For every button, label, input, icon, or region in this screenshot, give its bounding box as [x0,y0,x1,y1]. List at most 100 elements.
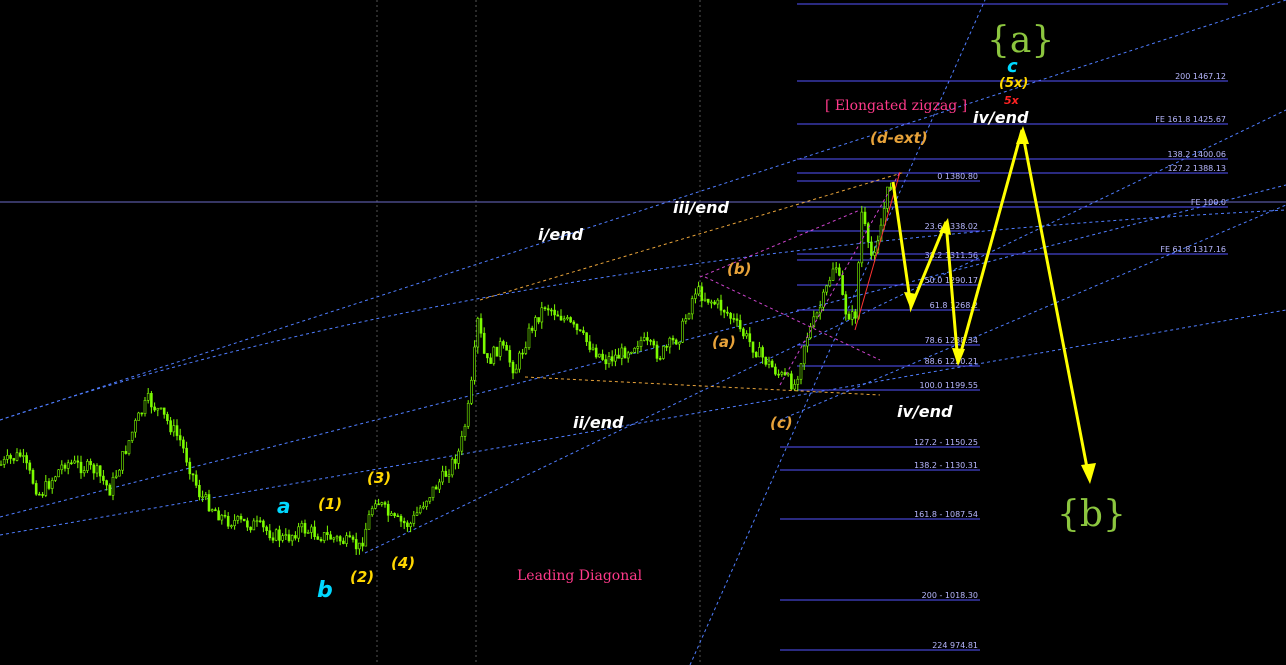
fivex-red-label: 5x [1004,94,1020,107]
fib-level-label: 224 974.81 [932,641,978,650]
candle-body [511,361,515,374]
candle-body [518,352,521,370]
candle-body [322,532,326,541]
fib-level-label: 200 - 1018.30 [922,591,978,600]
candle-body [326,532,329,536]
candle-body [332,537,336,540]
candle-body [665,346,668,348]
candle-body [9,455,12,459]
candle-body [777,373,780,376]
candle-body [265,526,268,531]
candle-body [70,462,73,465]
candle-body [857,262,860,319]
candle-body [300,523,304,528]
candle-body [63,464,67,469]
candle-body [137,412,140,421]
candle-body [73,460,76,464]
candle-body [671,337,675,341]
ii-end-label: ii/end [573,413,624,432]
candle-body [633,347,636,353]
candle-body [678,341,681,345]
candle-body [89,461,92,466]
candle-body [188,461,192,475]
candle-body [159,407,163,410]
candle-body [287,534,291,542]
fib-level-label: 127.2 1388.13 [1167,164,1226,173]
candle-body [841,275,844,295]
candle-body [98,465,102,477]
candle-body [319,539,323,541]
candle-body [767,360,771,365]
candle-body [530,327,534,331]
candle-body [729,312,732,319]
candle-body [524,347,528,354]
candle-body [246,520,249,528]
candle-body [239,516,243,520]
candle-body [422,506,425,509]
candle-body [345,535,348,544]
candle-body [758,347,761,358]
candle-body [646,337,649,341]
candle-body [684,318,688,322]
candle-body [438,481,441,490]
candle-body [134,420,137,433]
candle-body [713,301,716,305]
candle-body [249,526,252,531]
candle-body [553,309,556,316]
candle-body [831,268,835,281]
candle-body [793,384,796,390]
candle-body [863,211,867,225]
candle-body [252,520,256,531]
candle-body [150,393,153,408]
candle-body [594,347,598,358]
candle-body [620,347,624,359]
candle-body [402,520,406,524]
candle-body [572,321,576,325]
iv-end-top-label: iv/end [973,108,1029,127]
candle-body [191,473,195,476]
candle-body [796,378,800,385]
candle-body [578,329,582,332]
candle-body [198,485,201,498]
candle-body [383,502,387,505]
wave-4-label: (4) [391,554,415,572]
candle-body [687,313,691,320]
candle-body [780,372,784,375]
candle-body [2,459,6,465]
wave-3-label: (3) [367,469,391,487]
leading-diagonal-label: Leading Diagonal [517,568,643,584]
candle-body [751,341,755,353]
candle-body [710,301,713,304]
candle-body [818,306,822,314]
fib-level-label: 138.2 - 1130.31 [914,461,978,470]
candle-body [201,496,204,499]
candle-body [57,469,60,478]
candle-body [489,357,492,364]
candle-body [521,352,524,355]
wave-2-label: (2) [350,568,374,586]
candle-body [60,464,64,471]
candle-body [473,346,476,381]
candle-body [575,323,579,331]
candle-body [294,535,297,539]
candle-body [34,483,38,495]
candle-body [591,347,595,350]
candle-body [716,299,720,305]
candle-body [127,440,131,454]
candle-body [185,447,188,463]
candle-body [210,509,214,512]
candle-body [415,512,419,516]
candle-body [502,341,505,346]
candle-body [566,317,569,320]
candle-body [550,309,553,312]
candle-body [217,510,220,521]
candle-body [335,536,339,539]
candle-body [18,452,22,457]
candle-body [399,515,403,522]
candle-body [822,291,825,308]
candle-body [108,484,112,496]
candle-body [274,529,278,541]
fib-level-label: 138.2 1400.06 [1167,150,1226,159]
fib-level-label: 200 1467.12 [1175,72,1226,81]
candle-body [790,373,793,390]
